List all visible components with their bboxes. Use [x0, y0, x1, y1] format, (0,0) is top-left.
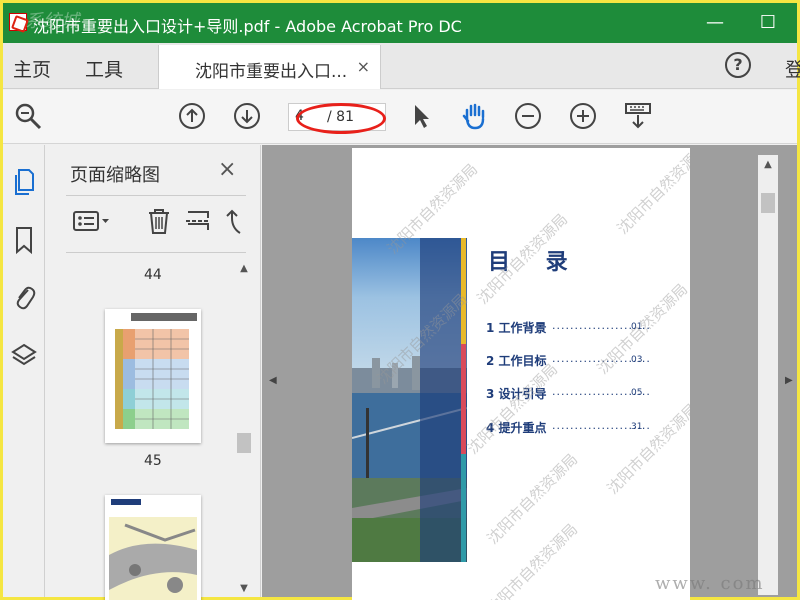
thumbnail-page-46[interactable] [105, 495, 201, 600]
bookmark-icon[interactable] [11, 225, 37, 255]
login-button[interactable]: 登 [785, 55, 800, 82]
attachment-icon[interactable] [11, 282, 37, 312]
help-icon[interactable]: ? [725, 52, 751, 78]
stripe-yellow [461, 238, 466, 344]
document-scrollbar[interactable]: ▲ [758, 155, 778, 595]
cover-photo [352, 238, 467, 562]
panel-title: 页面缩略图 [70, 165, 160, 186]
stripe-teal [461, 454, 466, 562]
thumbnail-page-45[interactable] [105, 309, 201, 443]
search-zoom-icon[interactable] [13, 101, 43, 131]
next-page-icon[interactable] [232, 101, 262, 131]
panel-toolbar [66, 195, 246, 253]
select-pointer-icon[interactable] [406, 101, 436, 131]
title-bar: 系统城 沈阳市重要出入口设计+导则.pdf - Adobe Acrobat Pr… [3, 3, 797, 43]
thumbnail-table-graphic [115, 313, 197, 429]
page-watermark: 沈阳市自然资源局 [613, 148, 690, 238]
collapse-right-icon[interactable]: ▶ [785, 375, 793, 386]
scrollbar-thumb[interactable] [761, 193, 775, 213]
maximize-button[interactable]: ☐ [756, 11, 780, 35]
toc-item[interactable]: 1 工作背景 [486, 319, 547, 336]
menu-bar: 主页 工具 沈阳市重要出入口... × ? 登 [3, 43, 800, 89]
thumbnail-panel: 页面缩略图 × 44 45 ▲ ▼ [46, 145, 261, 600]
options-menu-icon[interactable] [72, 206, 112, 236]
tab-label: 沈阳市重要出入口... [195, 62, 348, 82]
scroll-up-icon[interactable]: ▲ [236, 261, 252, 277]
toc-page: 05 [631, 388, 643, 398]
toc-page: 03 [631, 355, 643, 365]
document-tab[interactable]: 沈阳市重要出入口... × [158, 45, 381, 89]
toc-page: 31 [631, 422, 643, 432]
page-watermark: 沈阳市自然资源局 [463, 360, 562, 458]
rotate-page-icon[interactable] [220, 206, 250, 236]
panel-close-button[interactable]: × [218, 157, 236, 182]
page-watermark: 沈阳市自然资源局 [603, 400, 690, 498]
zoom-in-icon[interactable] [568, 101, 598, 131]
left-rail [3, 145, 45, 597]
extract-page-icon[interactable] [184, 206, 214, 236]
layers-icon[interactable] [11, 340, 37, 370]
previous-page-icon[interactable] [177, 101, 207, 131]
delete-page-icon[interactable] [144, 206, 174, 236]
window-title: 沈阳市重要出入口设计+导则.pdf - Adobe Acrobat Pro DC [33, 17, 462, 36]
site-watermark: www. com [655, 573, 765, 594]
toolbar: 4 / 81 [3, 90, 797, 144]
keyboard-down-icon[interactable] [623, 101, 653, 131]
minimize-button[interactable]: — [703, 11, 727, 35]
document-page: 目 录 1 工作背景 ...................... 01 2 工… [352, 148, 690, 600]
tools-menu[interactable]: 工具 [85, 55, 123, 82]
hand-tool-icon[interactable] [459, 101, 489, 131]
pages-icon[interactable] [11, 167, 37, 197]
thumbnail-label: 44 [144, 267, 162, 283]
scroll-up-icon[interactable]: ▲ [760, 157, 776, 173]
thumbnail-scrollbar[interactable]: ▲ ▼ [234, 257, 254, 597]
page-number-highlight [296, 103, 386, 134]
home-menu[interactable]: 主页 [13, 55, 51, 82]
stripe-red [461, 344, 466, 454]
scroll-down-icon[interactable]: ▼ [236, 581, 252, 597]
zoom-out-icon[interactable] [513, 101, 543, 131]
document-viewer[interactable]: ◀ ▶ 目 录 1 工作背景 ...................... 01… [262, 145, 797, 600]
tab-close-button[interactable]: × [357, 57, 370, 76]
thumbnail-map-graphic [105, 495, 201, 600]
scrollbar-thumb[interactable] [237, 433, 251, 453]
collapse-left-icon[interactable]: ◀ [269, 375, 277, 386]
thumbnail-label: 45 [144, 453, 162, 469]
